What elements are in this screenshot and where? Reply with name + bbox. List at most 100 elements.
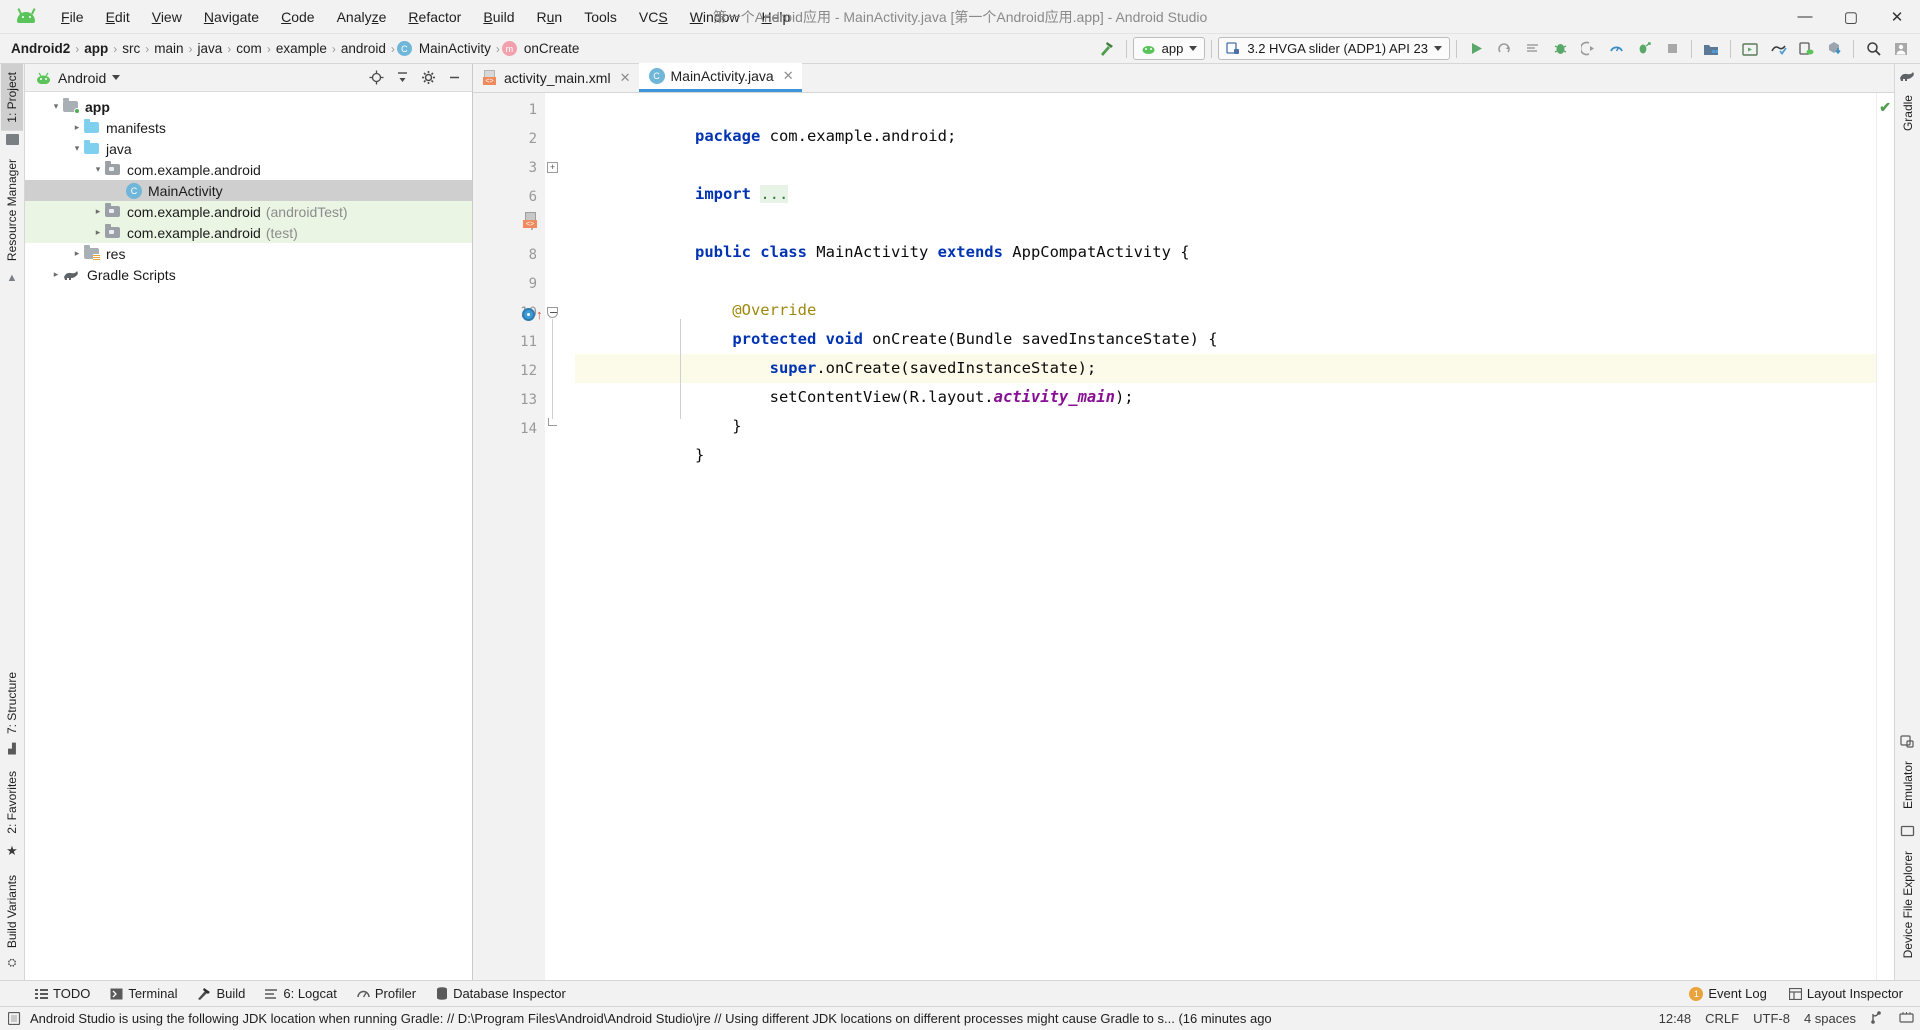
menu-build[interactable]: Build <box>472 5 525 29</box>
menu-help[interactable]: Help <box>751 5 802 29</box>
tree-item-app[interactable]: ▾ app <box>25 96 472 117</box>
tree-twisty[interactable]: ▸ <box>91 206 105 217</box>
close-icon[interactable]: ✕ <box>783 68 794 84</box>
stop-icon[interactable] <box>1659 37 1685 61</box>
apply-changes-icon[interactable] <box>1491 37 1517 61</box>
bottom-tab-event-log[interactable]: 1 Event Log <box>1680 984 1776 1003</box>
sidebar-item-structure[interactable]: 7: Structure <box>1 664 23 742</box>
profiler-icon[interactable] <box>1603 37 1629 61</box>
sidebar-item-gradle[interactable]: Gradle <box>1897 87 1919 139</box>
breadcrumb-item-6[interactable]: example <box>273 40 330 57</box>
debug-icon[interactable] <box>1547 37 1573 61</box>
bottom-tab-todo[interactable]: TODO <box>26 984 99 1003</box>
attach-debugger-icon[interactable] <box>1575 37 1601 61</box>
tree-twisty[interactable]: ▾ <box>70 143 84 154</box>
tree-twisty[interactable]: ▸ <box>91 227 105 238</box>
breadcrumb-item-8[interactable]: MainActivity <box>416 40 494 57</box>
bottom-tab-logcat[interactable]: 6: Logcat <box>256 984 346 1003</box>
bottom-tab-layout-inspector[interactable]: Layout Inspector <box>1780 984 1912 1003</box>
collapse-all-icon[interactable] <box>390 67 414 89</box>
project-view-selector-label[interactable]: Android <box>58 70 106 86</box>
sidebar-item-favorites[interactable]: 2: Favorites <box>1 763 23 842</box>
tree-twisty[interactable]: ▸ <box>70 248 84 259</box>
locate-icon[interactable] <box>364 67 388 89</box>
fold-collapse-icon[interactable] <box>547 307 558 318</box>
avd-manager-icon[interactable] <box>1737 37 1763 61</box>
tree-item-java[interactable]: ▾ java <box>25 138 472 159</box>
close-icon[interactable]: ✕ <box>620 70 631 86</box>
chevron-down-icon[interactable] <box>112 75 121 80</box>
sdk-manager-icon[interactable] <box>1765 37 1791 61</box>
settings-gear-icon[interactable] <box>416 67 440 89</box>
hide-panel-icon[interactable] <box>442 67 466 89</box>
account-icon[interactable] <box>1888 37 1914 61</box>
tree-item-package-main[interactable]: ▾ com.example.android <box>25 159 472 180</box>
tree-twisty[interactable]: ▾ <box>91 164 105 175</box>
fold-expand-icon[interactable]: + <box>547 162 558 173</box>
bottom-tab-profiler[interactable]: Profiler <box>348 984 425 1003</box>
encoding-indicator[interactable]: UTF-8 <box>1753 1011 1790 1026</box>
bottom-tab-terminal[interactable]: Terminal <box>101 984 186 1003</box>
sidebar-item-emulator[interactable]: Emulator <box>1897 753 1919 817</box>
sync-gradle-icon[interactable] <box>1821 37 1847 61</box>
menu-view[interactable]: View <box>141 5 193 29</box>
breadcrumb-item-5[interactable]: com <box>233 40 265 57</box>
editor-analysis-rail[interactable]: ✔ <box>1876 93 1894 980</box>
breadcrumb-item-0[interactable]: Android2 <box>8 40 73 57</box>
search-icon[interactable] <box>1860 37 1886 61</box>
code-text[interactable]: package com.example.android; import ... … <box>575 93 1876 980</box>
breadcrumb-item-9[interactable]: onCreate <box>521 40 583 57</box>
tree-twisty[interactable]: ▸ <box>70 122 84 133</box>
editor-gutter[interactable]: 1 2 3 6 7 8 9 10 11 12 13 14 <> <box>473 93 545 980</box>
menu-window[interactable]: Window <box>679 5 751 29</box>
status-notification-icon[interactable] <box>8 1012 22 1025</box>
sidebar-item-build-variants[interactable]: Build Variants <box>1 867 23 956</box>
tree-item-res[interactable]: ▸ res <box>25 243 472 264</box>
editor-fold-gutter[interactable]: + <box>545 93 575 980</box>
menu-edit[interactable]: Edit <box>95 5 141 29</box>
tree-twisty[interactable]: ▸ <box>49 269 63 280</box>
close-button[interactable]: ✕ <box>1874 0 1920 33</box>
apply-code-changes-icon[interactable] <box>1519 37 1545 61</box>
run-anything-icon[interactable] <box>1631 37 1657 61</box>
editor-tab-mainactivity-java[interactable]: C MainActivity.java ✕ <box>638 63 802 92</box>
tree-twisty[interactable]: ▾ <box>49 101 63 112</box>
memory-indicator-icon[interactable] <box>1899 1011 1914 1027</box>
tree-item-mainactivity[interactable]: C MainActivity <box>25 180 472 201</box>
line-separator-indicator[interactable]: CRLF <box>1705 1011 1739 1026</box>
class-layout-marker-icon[interactable]: <> <box>523 212 539 228</box>
breadcrumb-item-4[interactable]: java <box>195 40 226 57</box>
collapsed-imports-placeholder[interactable]: ... <box>760 185 789 203</box>
project-structure-icon[interactable] <box>1698 37 1724 61</box>
device-manager-icon[interactable] <box>1793 37 1819 61</box>
indent-indicator[interactable]: 4 spaces <box>1804 1011 1856 1026</box>
build-hammer-icon[interactable] <box>1094 37 1120 61</box>
menu-analyze[interactable]: Analyze <box>326 5 398 29</box>
run-configuration-selector[interactable]: app <box>1132 37 1206 60</box>
menu-tools[interactable]: Tools <box>573 5 628 29</box>
maximize-button[interactable]: ▢ <box>1828 0 1874 33</box>
sidebar-item-device-file-explorer[interactable]: Device File Explorer <box>1897 843 1919 966</box>
tree-item-package-test[interactable]: ▸ com.example.android (test) <box>25 222 472 243</box>
menu-code[interactable]: Code <box>270 5 325 29</box>
menu-vcs[interactable]: VCS <box>628 5 679 29</box>
bottom-tab-build[interactable]: Build <box>188 984 254 1003</box>
tree-item-manifests[interactable]: ▸ manifests <box>25 117 472 138</box>
sidebar-item-resource-manager[interactable]: Resource Manager <box>1 151 23 269</box>
breadcrumb-item-2[interactable]: src <box>119 40 143 57</box>
breadcrumb-item-7[interactable]: android <box>338 40 389 57</box>
code-editor[interactable]: 1 2 3 6 7 8 9 10 11 12 13 14 <> <box>473 93 1894 980</box>
menu-navigate[interactable]: Navigate <box>193 5 270 29</box>
breadcrumb-item-1[interactable]: app <box>81 40 111 57</box>
menu-file[interactable]: File <box>50 5 95 29</box>
tree-item-gradle-scripts[interactable]: ▸ Gradle Scripts <box>25 264 472 285</box>
sidebar-item-project[interactable]: 1: Project <box>1 64 23 131</box>
menu-refactor[interactable]: Refactor <box>397 5 472 29</box>
minimize-button[interactable]: — <box>1782 0 1828 33</box>
git-branch-icon[interactable] <box>1870 1010 1885 1027</box>
editor-tab-activity-main-xml[interactable]: <> activity_main.xml ✕ <box>473 63 639 92</box>
menu-run[interactable]: Run <box>526 5 574 29</box>
status-message[interactable]: Android Studio is using the following JD… <box>30 1011 1272 1026</box>
tree-item-package-androidtest[interactable]: ▸ com.example.android (androidTest) <box>25 201 472 222</box>
bottom-tab-database-inspector[interactable]: Database Inspector <box>427 984 575 1003</box>
